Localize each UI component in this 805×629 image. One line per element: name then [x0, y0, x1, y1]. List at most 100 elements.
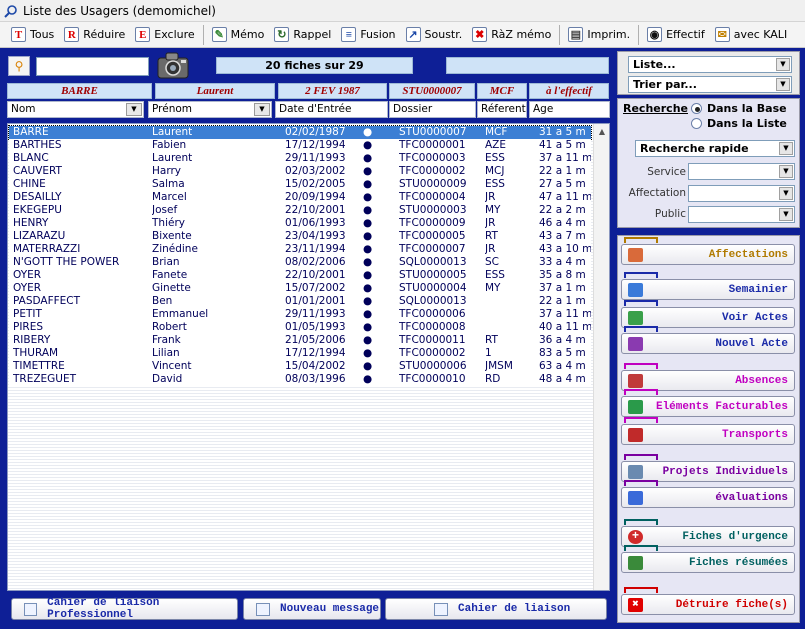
vertical-scrollbar[interactable]: ▲	[593, 124, 609, 590]
camera-icon[interactable]	[156, 50, 190, 80]
nouveau-message-label: Nouveau message	[280, 603, 380, 615]
action-tab-marker	[624, 480, 658, 486]
table-row[interactable]: CHINE Salma 15/02/2005 ● STU0000009 ESS 27 a 5…	[9, 178, 591, 191]
table-row[interactable]: PASDAFFECT Ben 01/01/2001 ● SQL0000013 22 a 1…	[9, 295, 591, 308]
column-header-nom[interactable]: Nom ▼	[7, 101, 144, 118]
soustr-button[interactable]: ↗ Soustr.	[401, 24, 468, 46]
column-label-nom: Nom	[11, 103, 36, 115]
column-header-prenom[interactable]: Prénom ▼	[148, 101, 272, 118]
table-row[interactable]: N'GOTT THE POWER Brian 08/02/2006 ● SQL00000…	[9, 256, 591, 269]
table-row[interactable]: OYER Fanete 22/10/2001 ● STU0000005 ESS 35 a 8…	[9, 269, 591, 282]
action-button-5[interactable]: Eléments Facturables	[621, 396, 795, 417]
table-row[interactable]: MATERRAZZI Zinédine 23/11/1994 ● TFC0000007 J…	[9, 243, 591, 256]
chevron-down-icon[interactable]: ▼	[779, 142, 793, 155]
grid-icon	[628, 556, 643, 570]
reduire-label: Réduire	[83, 28, 126, 41]
action-button-7[interactable]: Projets Individuels	[621, 461, 795, 482]
action-button-4[interactable]: Absences	[621, 370, 795, 391]
table-row[interactable]: OYER Ginette 15/07/2002 ● STU0000004 MY 37 a 1…	[9, 282, 591, 295]
chevron-down-icon[interactable]: ▼	[776, 58, 790, 71]
action-button-6[interactable]: Transports	[621, 424, 795, 445]
cell-dossier: SQL0000013	[399, 256, 467, 268]
tous-button[interactable]: T Tous	[6, 24, 59, 46]
effectif-button[interactable]: ◉ Effectif	[642, 24, 710, 46]
radio-dans-la-base[interactable]: Dans la Base	[691, 102, 787, 115]
cell-date: 08/02/2006	[285, 256, 346, 268]
t-icon: T	[11, 27, 26, 42]
radio-dans-la-liste[interactable]: Dans la Liste	[691, 117, 787, 130]
nouveau-message-button[interactable]: Nouveau message	[243, 598, 381, 620]
column-header-date[interactable]: Date d'Entrée	[275, 101, 388, 118]
table-row[interactable]: BARTHES Fabien 17/12/1994 ● TFC0000001 AZE 41 …	[9, 139, 591, 152]
column-header-dossier[interactable]: Dossier	[389, 101, 476, 118]
cell-nom: RIBERY	[13, 334, 51, 346]
table-row[interactable]: PETIT Emmanuel 29/11/1993 ● TFC0000006 37 a 1…	[9, 308, 591, 321]
action-button-1[interactable]: Semainier	[621, 279, 795, 300]
cell-referent: MY	[485, 204, 501, 216]
imprim-button[interactable]: ▤ Imprim.	[563, 24, 635, 46]
search-input[interactable]	[36, 57, 149, 76]
table-row[interactable]: PIRES Robert 01/05/1993 ● TFC0000008 40 a 11 …	[9, 321, 591, 334]
cahier-liaison-pro-button[interactable]: Cahier de liaison Professionnel	[11, 597, 238, 621]
table-row[interactable]: BLANC Laurent 29/11/1993 ● TFC0000003 ESS 37 a…	[9, 152, 591, 165]
public-dropdown[interactable]: ▼	[688, 206, 795, 223]
table-row[interactable]: BARRE Laurent 02/02/1987 ● STU0000007 MCF 31 a…	[8, 125, 592, 140]
table-row[interactable]: CAUVERT Harry 02/03/2002 ● TFC0000002 MCJ 22 a…	[9, 165, 591, 178]
liste-dropdown[interactable]: Liste... ▼	[628, 56, 792, 73]
service-dropdown[interactable]: ▼	[688, 163, 795, 180]
action-button-2[interactable]: Voir Actes	[621, 307, 795, 328]
scroll-up-icon[interactable]: ▲	[595, 125, 609, 139]
toolbar: T Tous R Réduire E Exclure ✎ Mémo ↻ Rappel ≡ F…	[0, 22, 805, 48]
cell-age: 83 a 5 m	[539, 347, 586, 359]
rappel-button[interactable]: ↻ Rappel	[269, 24, 336, 46]
column-header-age[interactable]: Age	[529, 101, 610, 118]
cell-prenom: Harry	[152, 165, 181, 177]
memo-button[interactable]: ✎ Mémo	[207, 24, 270, 46]
table-row[interactable]: HENRY Thiéry 01/06/1993 ● TFC0000009 JR 46 a 4…	[9, 217, 591, 230]
raz-memo-button[interactable]: ✖ RàZ mémo	[467, 24, 556, 46]
avec-kali-button[interactable]: ✉ avec KALI	[710, 24, 792, 46]
affectation-dropdown[interactable]: ▼	[688, 185, 795, 202]
chevron-down-icon[interactable]: ▼	[779, 208, 793, 221]
cell-nom: TREZEGUET	[13, 373, 77, 385]
chevron-down-icon[interactable]: ▼	[254, 103, 270, 116]
action-label: Eléments Facturables	[655, 400, 788, 413]
cell-date: 17/12/1994	[285, 139, 346, 151]
action-button-9[interactable]: + Fiches d'urgence	[621, 526, 795, 547]
cell-age: 33 a 4 m	[539, 256, 586, 268]
tous-label: Tous	[30, 28, 55, 41]
table-row[interactable]: TIMETTRE Vincent 15/04/2002 ● STU0000006 JMSM…	[9, 360, 591, 373]
action-tab-marker	[624, 587, 658, 593]
action-label: Semainier	[728, 283, 788, 296]
table-row[interactable]: EKEGEPU Josef 22/10/2001 ● STU0000003 MY 22 a …	[9, 204, 591, 217]
list-icon	[628, 374, 643, 388]
table-row[interactable]: TREZEGUET David 08/03/1996 ● TFC0000010 RD 48 …	[9, 373, 591, 386]
action-button-11[interactable]: ✖ Détruire fiche(s)	[621, 594, 795, 615]
cahier-liaison-button[interactable]: Cahier de liaison	[385, 598, 607, 620]
column-header-referent[interactable]: Réferent	[477, 101, 527, 118]
chevron-down-icon[interactable]: ▼	[776, 78, 790, 91]
chevron-down-icon[interactable]: ▼	[779, 165, 793, 178]
trier-dropdown[interactable]: Trier par... ▼	[628, 76, 792, 93]
trier-label: Trier par...	[633, 78, 697, 91]
action-button-0[interactable]: Affectations	[621, 244, 795, 265]
recherche-rapide-dropdown[interactable]: Recherche rapide ▼	[635, 140, 795, 157]
action-button-3[interactable]: Nouvel Acte	[621, 333, 795, 354]
search-icon[interactable]: ⚲	[8, 56, 30, 76]
reduire-button[interactable]: R Réduire	[59, 24, 130, 46]
action-button-10[interactable]: Fiches résumées	[621, 552, 795, 573]
exclure-button[interactable]: E Exclure	[130, 24, 199, 46]
chevron-down-icon[interactable]: ▼	[126, 103, 142, 116]
action-button-8[interactable]: évaluations	[621, 487, 795, 508]
table-row[interactable]: RIBERY Frank 21/05/2006 ● TFC0000011 RT 36 a 4…	[9, 334, 591, 347]
table-row[interactable]: THURAM Lilian 17/12/1994 ● TFC0000002 1 83 a 5…	[9, 347, 591, 360]
users-table[interactable]: BARRE Laurent 02/02/1987 ● STU0000007 MCF 31 a…	[7, 123, 610, 591]
chevron-down-icon[interactable]: ▼	[779, 187, 793, 200]
cell-nom: CHINE	[13, 178, 46, 190]
table-row[interactable]: DESAILLY Marcel 20/09/1994 ● TFC0000004 JR 47 …	[9, 191, 591, 204]
fusion-button[interactable]: ≡ Fusion	[336, 24, 400, 46]
effectif-icon: ◉	[647, 27, 663, 42]
action-label: Affectations	[708, 248, 788, 261]
memo-icon: ✎	[211, 27, 227, 42]
table-row[interactable]: LIZARAZU Bixente 23/04/1993 ● TFC0000005 RT 43…	[9, 230, 591, 243]
